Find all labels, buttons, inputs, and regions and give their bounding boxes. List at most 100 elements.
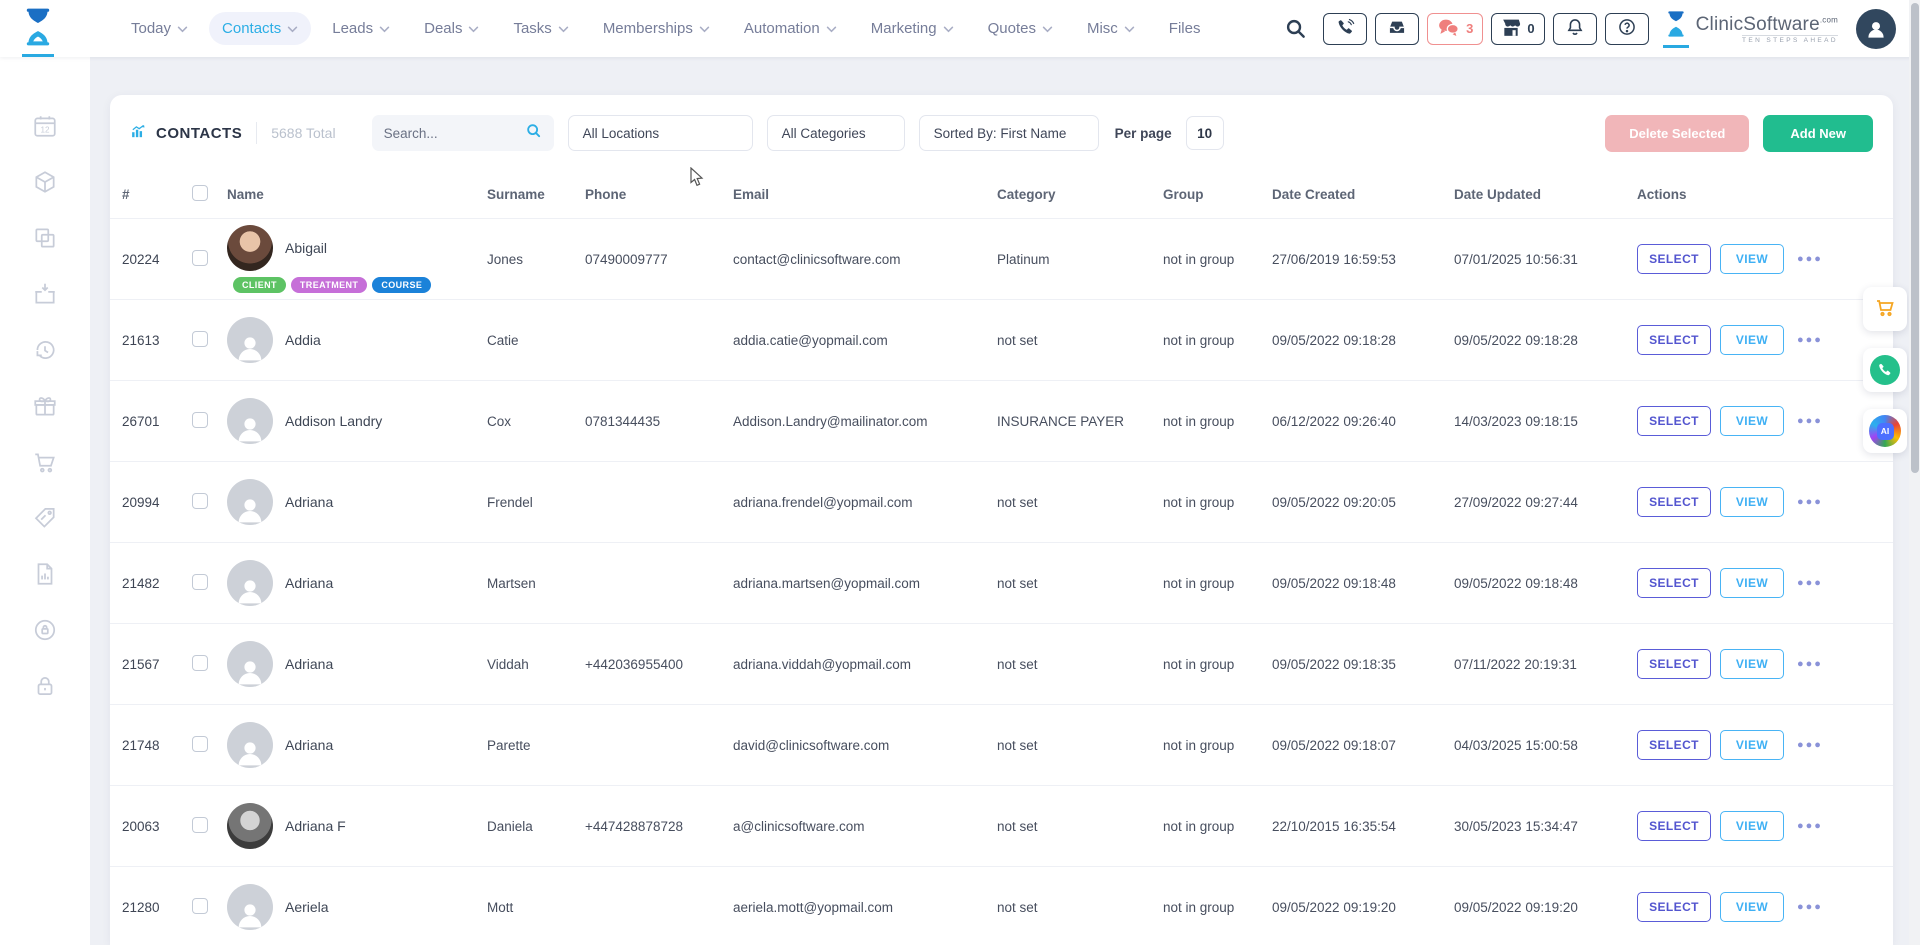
contact-email: adriana.martsen@yopmail.com bbox=[733, 576, 997, 591]
nav-item-misc[interactable]: Misc bbox=[1074, 12, 1148, 45]
cart-icon[interactable] bbox=[32, 449, 58, 475]
report-icon[interactable] bbox=[32, 561, 58, 587]
view-button[interactable]: VIEW bbox=[1720, 811, 1784, 841]
select-button[interactable]: SELECT bbox=[1637, 244, 1711, 274]
view-button[interactable]: VIEW bbox=[1720, 487, 1784, 517]
view-button[interactable]: VIEW bbox=[1720, 244, 1784, 274]
contact-badge: COURSE bbox=[372, 277, 431, 293]
search-input[interactable] bbox=[384, 126, 517, 141]
delete-selected-button[interactable]: Delete Selected bbox=[1605, 115, 1749, 152]
select-all-checkbox[interactable] bbox=[192, 185, 208, 201]
chevron-down-icon bbox=[1124, 20, 1135, 37]
history-icon[interactable] bbox=[32, 337, 58, 363]
contact-group: not in group bbox=[1163, 900, 1272, 915]
select-button[interactable]: SELECT bbox=[1637, 487, 1711, 517]
row-more-icon[interactable]: ●●● bbox=[1797, 496, 1823, 508]
copy-icon[interactable] bbox=[32, 225, 58, 251]
search-icon[interactable] bbox=[525, 122, 542, 144]
categories-filter[interactable]: All Categories bbox=[767, 115, 905, 151]
view-button[interactable]: VIEW bbox=[1720, 892, 1784, 922]
nav-item-automation[interactable]: Automation bbox=[731, 12, 850, 45]
chevron-down-icon bbox=[468, 20, 479, 37]
nav-label: Memberships bbox=[603, 20, 693, 37]
app-logo-icon[interactable] bbox=[22, 6, 54, 57]
table-row: 21567 Adriana Viddah +442036955400 adria… bbox=[110, 624, 1893, 705]
view-button[interactable]: VIEW bbox=[1720, 406, 1784, 436]
package-icon[interactable] bbox=[32, 169, 58, 195]
select-button[interactable]: SELECT bbox=[1637, 892, 1711, 922]
scrollbar-thumb[interactable] bbox=[1911, 3, 1919, 473]
contact-date-created: 09/05/2022 09:18:35 bbox=[1272, 657, 1454, 672]
view-button[interactable]: VIEW bbox=[1720, 568, 1784, 598]
user-avatar[interactable] bbox=[1856, 9, 1896, 49]
locations-filter[interactable]: All Locations bbox=[568, 115, 753, 151]
view-button[interactable]: VIEW bbox=[1720, 649, 1784, 679]
contact-date-created: 22/10/2015 16:35:54 bbox=[1272, 819, 1454, 834]
floating-ai-button[interactable]: AI bbox=[1863, 409, 1907, 453]
per-page-input[interactable] bbox=[1186, 116, 1224, 150]
help-button[interactable] bbox=[1605, 13, 1649, 45]
select-button[interactable]: SELECT bbox=[1637, 568, 1711, 598]
select-button[interactable]: SELECT bbox=[1637, 406, 1711, 436]
row-checkbox[interactable] bbox=[192, 574, 208, 590]
col-date-updated: Date Updated bbox=[1454, 187, 1637, 202]
row-checkbox[interactable] bbox=[192, 250, 208, 266]
sort-filter[interactable]: Sorted By: First Name bbox=[919, 115, 1099, 151]
row-more-icon[interactable]: ●●● bbox=[1797, 739, 1823, 751]
select-button[interactable]: SELECT bbox=[1637, 649, 1711, 679]
contact-date-updated: 27/09/2022 09:27:44 bbox=[1454, 495, 1637, 510]
global-search-icon[interactable] bbox=[1284, 17, 1307, 40]
basket-in-icon[interactable] bbox=[32, 281, 58, 307]
chat-button[interactable]: 3 bbox=[1427, 13, 1483, 45]
floating-phone-button[interactable] bbox=[1863, 348, 1907, 392]
calendar-icon[interactable]: 12 bbox=[32, 113, 58, 139]
contact-category: not set bbox=[997, 576, 1163, 591]
select-button[interactable]: SELECT bbox=[1637, 811, 1711, 841]
price-tag-icon[interactable] bbox=[32, 505, 58, 531]
select-button[interactable]: SELECT bbox=[1637, 325, 1711, 355]
row-checkbox[interactable] bbox=[192, 898, 208, 914]
row-more-icon[interactable]: ●●● bbox=[1797, 658, 1823, 670]
row-more-icon[interactable]: ●●● bbox=[1797, 577, 1823, 589]
nav-label: Automation bbox=[744, 20, 820, 37]
help-icon bbox=[1617, 17, 1637, 40]
shop-button[interactable]: 0 bbox=[1491, 13, 1544, 45]
user-lock-icon[interactable] bbox=[32, 617, 58, 643]
contact-id: 20994 bbox=[122, 495, 192, 510]
notifications-button[interactable] bbox=[1553, 13, 1597, 45]
row-checkbox[interactable] bbox=[192, 331, 208, 347]
view-button[interactable]: VIEW bbox=[1720, 325, 1784, 355]
floating-cart-button[interactable] bbox=[1863, 287, 1907, 331]
row-more-icon[interactable]: ●●● bbox=[1797, 334, 1823, 346]
row-more-icon[interactable]: ●●● bbox=[1797, 415, 1823, 427]
lock-icon[interactable] bbox=[32, 673, 58, 699]
row-checkbox[interactable] bbox=[192, 412, 208, 428]
row-more-icon[interactable]: ●●● bbox=[1797, 820, 1823, 832]
contact-id: 21613 bbox=[122, 333, 192, 348]
nav-item-deals[interactable]: Deals bbox=[411, 12, 492, 45]
gift-icon[interactable] bbox=[32, 393, 58, 419]
view-button[interactable]: VIEW bbox=[1720, 730, 1784, 760]
nav-item-contacts[interactable]: Contacts bbox=[209, 12, 311, 45]
row-more-icon[interactable]: ●●● bbox=[1797, 901, 1823, 913]
nav-item-today[interactable]: Today bbox=[118, 12, 201, 45]
nav-item-marketing[interactable]: Marketing bbox=[858, 12, 967, 45]
row-more-icon[interactable]: ●●● bbox=[1797, 253, 1823, 265]
select-button[interactable]: SELECT bbox=[1637, 730, 1711, 760]
bell-icon bbox=[1565, 17, 1585, 40]
nav-label: Misc bbox=[1087, 20, 1118, 37]
contact-avatar bbox=[227, 479, 273, 525]
nav-item-files[interactable]: Files bbox=[1156, 12, 1214, 45]
row-checkbox[interactable] bbox=[192, 655, 208, 671]
nav-item-tasks[interactable]: Tasks bbox=[500, 12, 581, 45]
phone-button[interactable] bbox=[1323, 13, 1367, 45]
add-new-button[interactable]: Add New bbox=[1763, 115, 1873, 152]
row-checkbox[interactable] bbox=[192, 817, 208, 833]
nav-item-memberships[interactable]: Memberships bbox=[590, 12, 723, 45]
row-checkbox[interactable] bbox=[192, 736, 208, 752]
contact-date-updated: 04/03/2025 15:00:58 bbox=[1454, 738, 1637, 753]
row-checkbox[interactable] bbox=[192, 493, 208, 509]
nav-item-leads[interactable]: Leads bbox=[319, 12, 403, 45]
inbox-button[interactable] bbox=[1375, 13, 1419, 45]
nav-item-quotes[interactable]: Quotes bbox=[975, 12, 1066, 45]
